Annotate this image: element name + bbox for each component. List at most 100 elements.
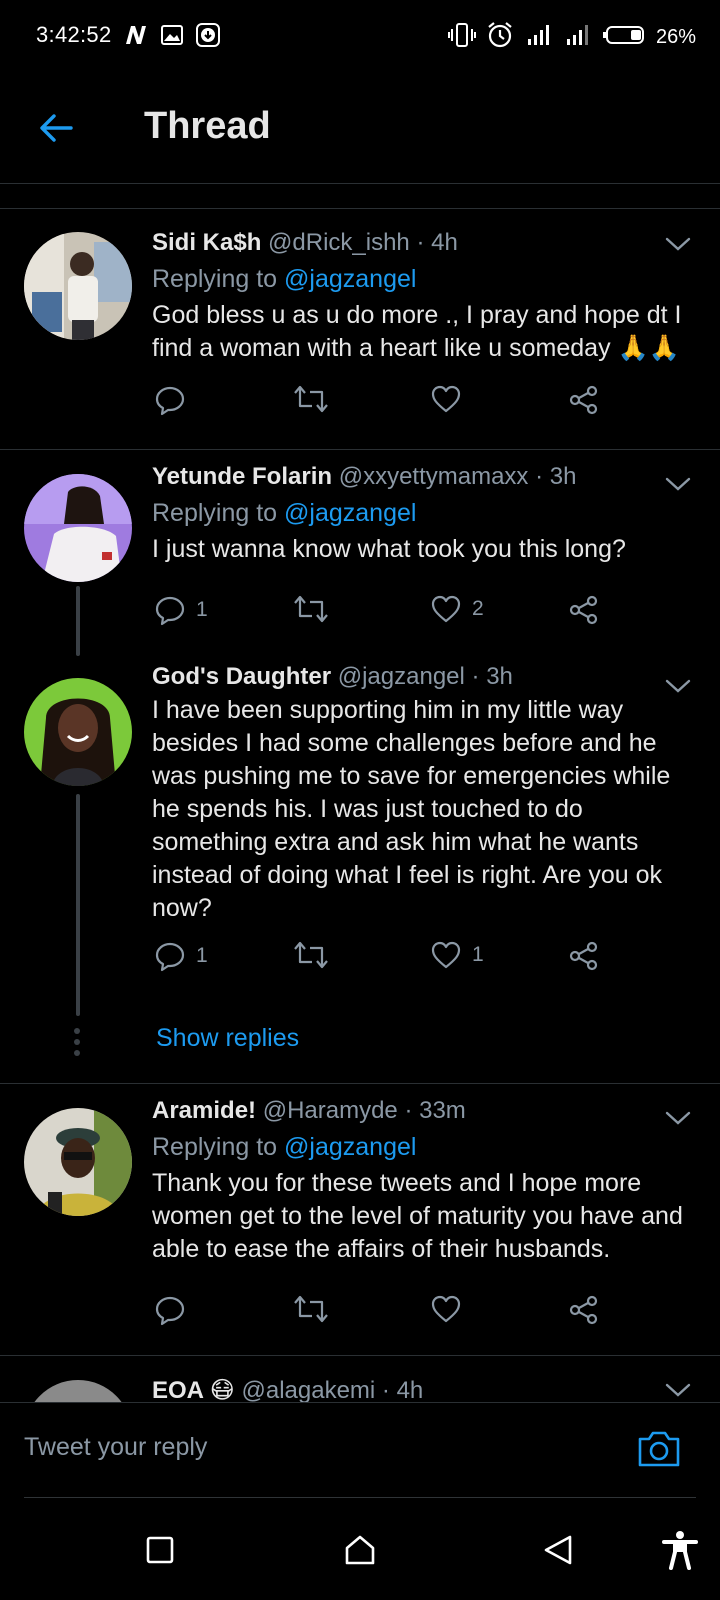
tweet-card[interactable]: EOA 😷 @alagakemi · 4h bbox=[0, 1366, 720, 1402]
tweet-text: God bless u as u do more ., I pray and h… bbox=[152, 301, 682, 362]
author-handle[interactable]: @alagakemi bbox=[241, 1377, 375, 1402]
tweet-time: · 4h bbox=[416, 229, 458, 256]
avatar[interactable] bbox=[24, 1380, 132, 1402]
avatar[interactable] bbox=[24, 232, 132, 340]
accessibility-button[interactable] bbox=[660, 1530, 700, 1570]
battery-icon bbox=[602, 24, 646, 51]
author-name[interactable]: God's Daughter bbox=[152, 663, 331, 690]
arrow-left-icon bbox=[40, 114, 73, 142]
mention-link[interactable]: @jagzangel bbox=[284, 499, 416, 527]
replying-to: Replying to @jagzangel bbox=[152, 495, 684, 531]
share-icon bbox=[569, 595, 598, 625]
tweet-actions bbox=[152, 384, 652, 424]
download-icon bbox=[194, 22, 222, 48]
author-handle[interactable]: @jagzangel bbox=[338, 663, 465, 690]
divider bbox=[0, 1355, 720, 1356]
reply-button[interactable]: 1 bbox=[154, 940, 208, 972]
like-button[interactable] bbox=[430, 1294, 462, 1324]
share-button[interactable] bbox=[568, 940, 600, 972]
tweet-text: I just wanna know what took you this lon… bbox=[152, 535, 626, 563]
camera-button[interactable] bbox=[636, 1429, 682, 1473]
back-nav-button[interactable] bbox=[538, 1530, 578, 1570]
reply-button[interactable]: 1 bbox=[154, 594, 208, 626]
replying-to-label: Replying to bbox=[152, 265, 278, 293]
app-header: Thread bbox=[0, 72, 720, 184]
mention-link[interactable]: @jagzangel bbox=[284, 1133, 416, 1161]
tweet-text: Thank you for these tweets and I hope mo… bbox=[152, 1169, 683, 1263]
heart-icon bbox=[431, 385, 461, 413]
avatar[interactable] bbox=[24, 474, 132, 582]
reply-button[interactable] bbox=[154, 384, 186, 416]
tweet-actions bbox=[152, 1294, 652, 1334]
retweet-button[interactable] bbox=[292, 594, 330, 624]
divider bbox=[0, 1083, 720, 1084]
reply-icon bbox=[155, 1296, 185, 1326]
reply-input[interactable] bbox=[24, 1433, 584, 1462]
image-icon bbox=[158, 22, 186, 48]
chevron-down-icon[interactable] bbox=[664, 676, 692, 696]
chevron-down-icon[interactable] bbox=[664, 1380, 692, 1400]
chevron-down-icon[interactable] bbox=[664, 474, 692, 494]
tweet-card[interactable]: Yetunde Folarin @xxyettymamaxx · 3h Repl… bbox=[0, 463, 720, 656]
tweet-header: Aramide! @Haramyde · 33m bbox=[152, 1096, 684, 1126]
share-button[interactable] bbox=[568, 1294, 600, 1326]
retweet-button[interactable] bbox=[292, 1294, 330, 1324]
author-name[interactable]: Yetunde Folarin bbox=[152, 463, 332, 490]
battery-percent: 26% bbox=[655, 26, 696, 48]
author-name[interactable]: Sidi Ka$h bbox=[152, 229, 261, 256]
heart-icon bbox=[431, 595, 461, 623]
retweet-button[interactable] bbox=[292, 940, 330, 970]
heart-icon bbox=[431, 1295, 461, 1323]
like-button[interactable]: 1 bbox=[430, 940, 484, 970]
like-count: 1 bbox=[472, 943, 484, 966]
reply-composer bbox=[0, 1402, 720, 1498]
reply-button[interactable] bbox=[154, 1294, 186, 1326]
tweet-card[interactable]: Aramide! @Haramyde · 33m Replying to @ja… bbox=[0, 1096, 720, 1348]
tweet-header: Sidi Ka$h @dRick_ishh · 4h bbox=[152, 228, 684, 258]
back-button[interactable] bbox=[36, 108, 76, 148]
tweet-text: I have been supporting him in my little … bbox=[152, 696, 671, 922]
mention-link[interactable]: @jagzangel bbox=[284, 265, 416, 293]
chevron-down-icon[interactable] bbox=[664, 1108, 692, 1128]
vibrate-icon bbox=[447, 22, 476, 53]
reply-count: 1 bbox=[196, 944, 208, 967]
retweet-icon bbox=[294, 595, 328, 623]
tweet-card[interactable]: God's Daughter @jagzangel · 3h I have be… bbox=[0, 663, 720, 1076]
reply-count: 1 bbox=[196, 598, 208, 621]
heart-icon bbox=[431, 941, 461, 969]
avatar[interactable] bbox=[24, 1108, 132, 1216]
recents-button[interactable] bbox=[140, 1530, 180, 1570]
chevron-down-icon[interactable] bbox=[664, 234, 692, 254]
tweet-card[interactable]: Sidi Ka$h @dRick_ishh · 4h Replying to @… bbox=[0, 224, 720, 450]
tweet-body: EOA 😷 @alagakemi · 4h bbox=[152, 1376, 684, 1402]
share-button[interactable] bbox=[568, 384, 600, 416]
reply-icon bbox=[155, 596, 185, 626]
like-button[interactable] bbox=[430, 384, 462, 414]
status-bar: 3:42:52 26% bbox=[0, 0, 720, 72]
recents-square-icon bbox=[146, 1536, 174, 1564]
author-name[interactable]: Aramide! bbox=[152, 1097, 256, 1124]
show-replies-link[interactable]: Show replies bbox=[156, 1024, 299, 1053]
thread-connector bbox=[76, 794, 80, 1016]
accessibility-icon bbox=[662, 1531, 698, 1570]
retweet-button[interactable] bbox=[292, 384, 330, 414]
notification-n-icon bbox=[122, 22, 150, 48]
thread-more-dots bbox=[74, 1028, 80, 1061]
share-button[interactable] bbox=[568, 594, 600, 626]
author-handle[interactable]: @xxyettymamaxx bbox=[339, 463, 529, 490]
home-icon bbox=[345, 1535, 375, 1565]
retweet-icon bbox=[294, 1295, 328, 1323]
retweet-icon bbox=[294, 385, 328, 413]
author-handle[interactable]: @dRick_ishh bbox=[268, 229, 410, 256]
author-handle[interactable]: @Haramyde bbox=[263, 1097, 398, 1124]
avatar[interactable] bbox=[24, 678, 132, 786]
author-name[interactable]: EOA 😷 bbox=[152, 1377, 235, 1402]
tweet-time: · 33m bbox=[404, 1097, 466, 1124]
replying-to: Replying to @jagzangel bbox=[152, 1129, 684, 1165]
home-button[interactable] bbox=[340, 1530, 380, 1570]
tweet-header: God's Daughter @jagzangel · 3h bbox=[152, 662, 684, 692]
tweet-header: EOA 😷 @alagakemi · 4h bbox=[152, 1376, 684, 1402]
like-button[interactable]: 2 bbox=[430, 594, 484, 624]
tweet-time: · 4h bbox=[381, 1377, 424, 1402]
tweet-body: Aramide! @Haramyde · 33m Replying to @ja… bbox=[152, 1096, 684, 1266]
